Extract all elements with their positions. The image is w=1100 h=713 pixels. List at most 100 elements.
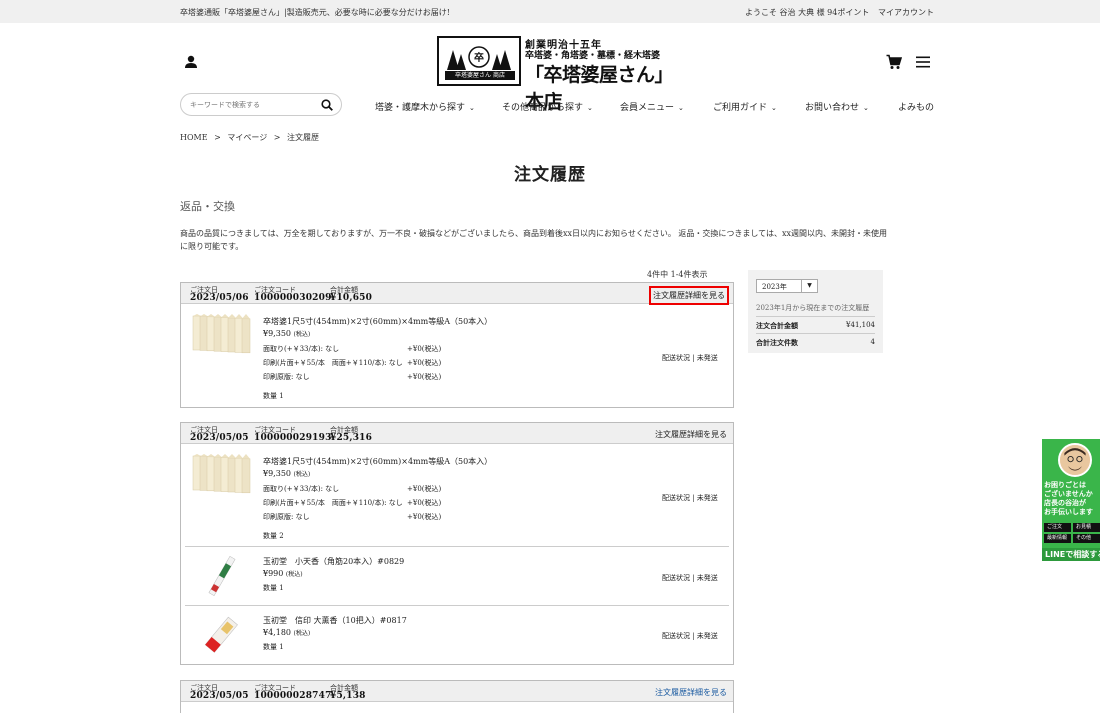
item-name[interactable]: 卒塔婆1尺5寸(454mm)×2寸(60mm)×4mm等級A（50本入） (263, 316, 492, 327)
order-card: ご注文日 2023/05/05 ご注文コード 100000028747 合計金額… (180, 680, 734, 713)
logo-seal-band: 卒塔婆屋さん 商店 (445, 71, 515, 80)
year-select[interactable]: 2023年 ▼ (756, 279, 818, 293)
item-tax: (税込) (293, 471, 311, 478)
summary-count-row: 合計注文件数 4 (756, 333, 875, 348)
order-code: 100000028747 (254, 691, 332, 701)
incense-thumbnail[interactable] (191, 556, 253, 596)
user-icon[interactable] (184, 55, 198, 69)
order-detail-link[interactable]: 注文履歴詳細を見る (655, 429, 727, 440)
item-tax: (税込) (293, 331, 311, 338)
top-bar: 卒塔婆通販「卒塔婆屋さん」|製造販売元、必要な時に必要な分だけお届け! ようこそ… (0, 0, 1100, 23)
line-banner-other-button[interactable]: その他 (1073, 534, 1100, 543)
search-icon[interactable] (321, 99, 333, 111)
shipping-status: 配送状況 | 未発送 (662, 574, 718, 582)
breadcrumb: HOME > マイページ > 注文履歴 (180, 132, 319, 143)
item-price: ¥4,180 (税込) (263, 628, 310, 637)
line-banner-news-button[interactable]: 最新情報 (1044, 534, 1071, 543)
item-name[interactable]: 卒塔婆1尺5寸(454mm)×2寸(60mm)×4mm等級A（50本入） (263, 456, 492, 467)
nav-label: ご利用ガイド (713, 103, 768, 113)
order-item: 玉初堂 信印 大薫香（10把入）#0817 ¥4,180 (税込) 数量 1 配… (185, 606, 729, 664)
nav-item-guide[interactable]: ご利用ガイド ⌄ (713, 100, 777, 113)
nav-item-other-products[interactable]: その他商品から探す ⌄ (502, 100, 593, 113)
breadcrumb-current: 注文履歴 (287, 133, 320, 142)
order-code: 100000030209 (254, 293, 332, 303)
tree-icon: 卒 (447, 46, 511, 70)
breadcrumb-mypage[interactable]: マイページ (227, 133, 267, 142)
shipping-status: 配送状況 | 未発送 (662, 632, 718, 640)
order-card: ご注文日 2023/05/05 ご注文コード 100000029193 合計金額… (180, 422, 734, 665)
line-banner-text-4: お手伝いします (1044, 508, 1093, 516)
line-banner-order-button[interactable]: ご注文 (1044, 523, 1071, 532)
page-title: 注文履歴 (514, 165, 586, 185)
logo-seal: 卒 卒塔婆屋さん 商店 (437, 36, 521, 86)
order-item: 卒塔婆1尺5寸(454mm)×2寸(60mm)×4mm等級A（50本入） ¥9,… (185, 304, 729, 407)
item-quantity: 数量 1 (263, 584, 284, 592)
line-banner-estimate-button[interactable]: お見積 (1073, 523, 1100, 532)
toba-thumbnail[interactable] (191, 454, 253, 494)
line-banner-text-2: ございませんか (1044, 490, 1093, 498)
order-date: 2023/05/06 (190, 293, 249, 303)
nav-item-member-menu[interactable]: 会員メニュー ⌄ (620, 100, 684, 113)
option-value: +¥0(税込) (407, 345, 442, 353)
order-total: ¥5,138 (330, 691, 366, 701)
search-input[interactable] (190, 98, 320, 112)
line-consult-banner[interactable]: お困りごとは ございませんか 店長の谷治が お手伝いします ご注文 お見積 最新… (1042, 439, 1100, 561)
toba-thumbnail[interactable] (191, 314, 253, 354)
nav-item-reading[interactable]: よみもの (898, 100, 934, 113)
item-name[interactable]: 玉初堂 信印 大薫香（10把入）#0817 (263, 615, 407, 626)
option-value: +¥0(税込) (407, 485, 442, 493)
avatar (1058, 443, 1092, 477)
site-logo[interactable]: 卒 卒塔婆屋さん 商店 創業明治十五年 卒塔婆・角塔婆・墓標・経木塔婆 「卒塔婆… (437, 36, 664, 113)
my-account-link[interactable]: マイアカウント (878, 7, 934, 18)
chevron-down-icon: ⌄ (469, 104, 475, 112)
summary-count-label: 合計注文件数 (756, 338, 798, 347)
order-header: ご注文日 2023/05/05 ご注文コード 100000028747 合計金額… (181, 681, 733, 702)
order-total: ¥25,316 (330, 433, 373, 443)
order-detail-link[interactable]: 注文履歴詳細を見る (655, 687, 727, 698)
order-item: 卒塔婆1尺5寸(454mm)×2寸(60mm)×4mm等級A（50本入） ¥9,… (185, 444, 729, 547)
shipping-status: 配送状況 | 未発送 (662, 494, 718, 502)
option-label: 面取り(+￥33/本): なし (263, 485, 340, 493)
line-banner-footer: LINEで相談する (1042, 548, 1100, 561)
item-quantity: 数量 2 (263, 532, 284, 540)
dropdown-arrow-icon: ▼ (801, 280, 817, 292)
item-price: ¥990 (税込) (263, 569, 303, 578)
line-banner-text-1: お困りごとは (1044, 481, 1086, 489)
item-quantity: 数量 1 (263, 392, 284, 400)
option-label: 印刷(片面+￥55/本 両面+￥110/本): なし (263, 359, 403, 367)
chevron-down-icon: ⌄ (678, 104, 684, 112)
order-date: 2023/05/05 (190, 691, 249, 701)
summary-period-note: 2023年1月から現在までの注文履歴 (756, 304, 870, 312)
menu-icon[interactable] (916, 56, 930, 68)
nav-label: その他商品から探す (502, 103, 584, 113)
option-value: +¥0(税込) (407, 513, 442, 521)
top-bar-message: 卒塔婆通販「卒塔婆屋さん」|製造販売元、必要な時に必要な分だけお届け! (180, 8, 450, 17)
nav-label: 会員メニュー (620, 103, 675, 113)
item-tax: (税込) (285, 571, 303, 578)
result-count: 4件中 1-4件表示 (647, 270, 708, 279)
nav-item-toba[interactable]: 塔婆・護摩木から探す ⌄ (375, 100, 475, 113)
breadcrumb-separator: > (214, 133, 221, 142)
breadcrumb-separator: > (273, 133, 281, 142)
breadcrumb-home[interactable]: HOME (180, 133, 208, 142)
order-code: 100000029193 (254, 433, 332, 443)
order-item: 玉初堂 小天香（角筋20本入）#0829 ¥990 (税込) 数量 1 配送状況… (185, 547, 729, 606)
item-price-value: ¥990 (263, 569, 284, 578)
incense-box-thumbnail[interactable] (191, 614, 253, 654)
nav-label: 塔婆・護摩木から探す (375, 103, 466, 113)
year-select-value: 2023年 (762, 283, 787, 291)
order-card: ご注文日 2023/05/06 ご注文コード 100000030209 合計金額… (180, 282, 734, 408)
order-date: 2023/05/05 (190, 433, 249, 443)
svg-text:卒: 卒 (474, 51, 484, 64)
order-total: ¥10,650 (330, 293, 373, 303)
item-tax: (税込) (293, 630, 311, 637)
cart-icon[interactable] (886, 54, 902, 70)
option-value: +¥0(税込) (407, 359, 442, 367)
item-price: ¥9,350 (税込) (263, 469, 310, 478)
nav-item-contact[interactable]: お問い合わせ ⌄ (805, 100, 869, 113)
item-price-value: ¥9,350 (263, 469, 291, 478)
item-price-value: ¥4,180 (263, 628, 291, 637)
order-detail-link[interactable]: 注文履歴詳細を見る (649, 286, 729, 305)
item-name[interactable]: 玉初堂 小天香（角筋20本入）#0829 (263, 556, 404, 567)
item-quantity: 数量 1 (263, 643, 284, 651)
